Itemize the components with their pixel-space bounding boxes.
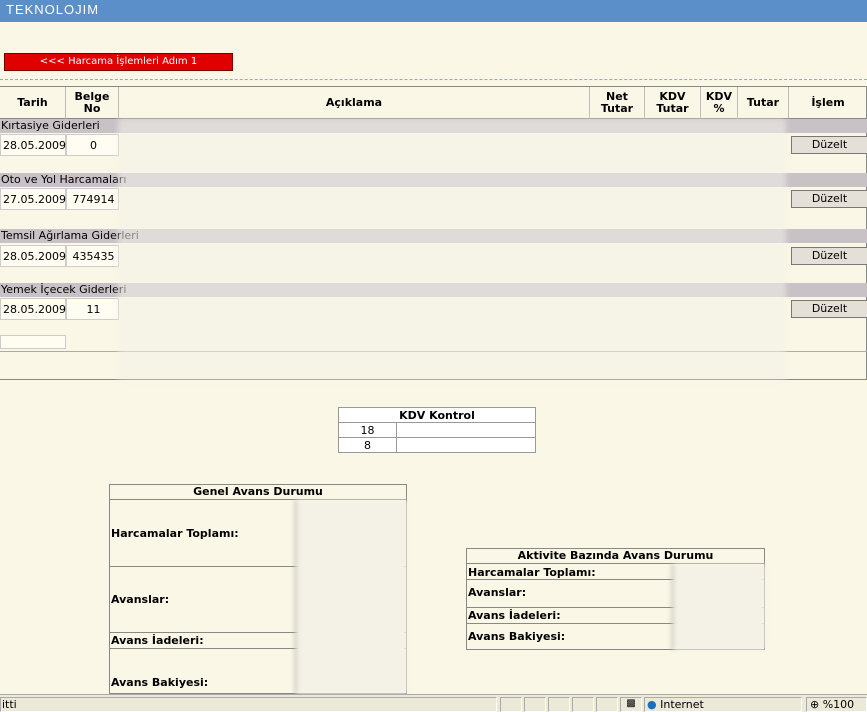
genel-avans-title: Genel Avans Durumu — [110, 485, 406, 500]
header-islem: İşlem — [789, 87, 867, 119]
status-text: itti — [0, 697, 497, 712]
kdv-value — [396, 422, 536, 438]
status-pane — [500, 697, 522, 712]
row-belge: 11 — [66, 298, 119, 320]
redacted-region — [118, 118, 786, 380]
status-pane — [572, 697, 594, 712]
row-belge: 0 — [66, 134, 119, 156]
row-date: 28.05.2009 — [0, 245, 66, 267]
header-belge-no: Belge No — [66, 87, 119, 119]
divider — [0, 79, 867, 80]
app-logo: TEKNOLOJIM — [6, 2, 100, 17]
status-pane — [596, 697, 618, 712]
harcamalar-label: Harcamalar Toplamı: — [468, 566, 596, 579]
empty-cell — [0, 335, 66, 349]
header-kdv-tutar: KDV Tutar — [645, 87, 701, 119]
row-date: 27.05.2009 — [0, 188, 66, 210]
row-date: 28.05.2009 — [0, 134, 66, 156]
lock-icon: ▩ — [620, 697, 642, 712]
aktivite-avans-title: Aktivite Bazında Avans Durumu — [467, 549, 764, 564]
row-date: 28.05.2009 — [0, 298, 66, 320]
header-tutar: Tutar — [738, 87, 789, 119]
kdv-rate: 8 — [338, 437, 397, 453]
header-tarih: Tarih — [0, 87, 66, 119]
status-pane — [524, 697, 546, 712]
avanslar-label: Avanslar: — [468, 586, 527, 599]
duzelt-button[interactable]: Düzelt — [791, 190, 867, 208]
row-belge: 774914 — [66, 188, 119, 210]
bakiye-label: Avans Bakiyesi: — [468, 630, 566, 643]
zoom-control[interactable]: ⊕ %100 — [806, 697, 867, 712]
back-to-step1-button[interactable]: <<< Harcama İşlemleri Adım 1 — [4, 53, 233, 71]
row-belge: 435435 — [66, 245, 119, 267]
genel-values — [295, 500, 407, 694]
iadeler-label: Avans İadeleri: — [111, 634, 204, 647]
zone-label: Internet — [660, 698, 704, 711]
kdv-control-table: KDV Kontrol 18 8 — [338, 407, 536, 453]
duzelt-button[interactable]: Düzelt — [791, 300, 867, 318]
globe-icon: ● — [647, 698, 657, 711]
zoom-icon: ⊕ — [810, 698, 820, 711]
header-kdv-pct: KDV % — [701, 87, 738, 119]
header-aciklama: Açıklama — [119, 87, 590, 119]
status-pane — [548, 697, 570, 712]
genel-avans-panel: Genel Avans Durumu Harcamalar Toplamı: A… — [109, 484, 407, 694]
harcamalar-label: Harcamalar Toplamı: — [111, 527, 239, 540]
bakiye-label: Avans Bakiyesi: — [111, 676, 209, 689]
duzelt-button[interactable]: Düzelt — [791, 247, 867, 265]
status-bar: itti ▩ ● Internet ⊕ %100 — [0, 694, 867, 712]
zoom-level: %100 — [822, 698, 855, 711]
aktivite-avans-panel: Aktivite Bazında Avans Durumu Harcamalar… — [466, 548, 765, 650]
app-header: TEKNOLOJIM — [0, 0, 867, 22]
aktivite-values — [672, 564, 765, 650]
duzelt-button[interactable]: Düzelt — [791, 136, 867, 154]
kdv-title: KDV Kontrol — [338, 407, 536, 423]
kdv-value — [396, 437, 536, 453]
kdv-rate: 18 — [338, 422, 397, 438]
internet-zone: ● Internet — [644, 697, 802, 712]
iadeler-label: Avans İadeleri: — [468, 609, 561, 622]
header-net-tutar: Net Tutar — [590, 87, 645, 119]
avanslar-label: Avanslar: — [111, 593, 170, 606]
